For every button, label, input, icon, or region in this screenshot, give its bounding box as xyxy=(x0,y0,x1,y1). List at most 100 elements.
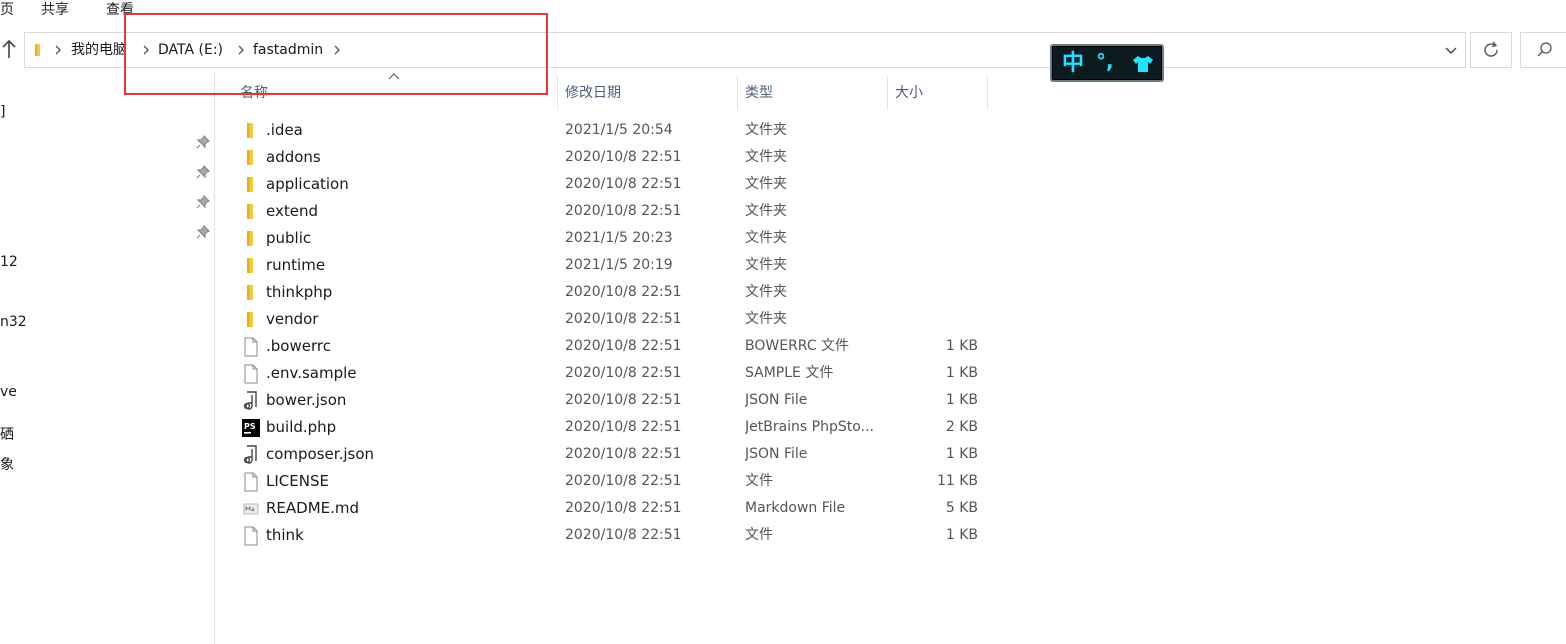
nav-item-fragment[interactable]: 象 xyxy=(0,454,14,474)
chevron-down-icon[interactable] xyxy=(1437,39,1465,61)
sort-ascending-icon xyxy=(388,73,400,80)
breadcrumb-fastadmin[interactable]: fastadmin xyxy=(253,41,323,59)
navigation-pane: ] 12 n32 ve 硒 象 xyxy=(0,72,215,644)
chevron-right-icon[interactable] xyxy=(141,44,151,56)
pin-icon[interactable] xyxy=(196,195,210,209)
refresh-button[interactable] xyxy=(1470,32,1512,68)
file-row[interactable]: extend 2020/10/8 22:51 文件夹 xyxy=(236,198,988,225)
file-size: 1 KB xyxy=(945,338,978,354)
chevron-right-icon[interactable] xyxy=(236,44,246,56)
ime-mode-label[interactable]: 中 xyxy=(1062,50,1084,78)
file-modified-date: 2020/10/8 22:51 xyxy=(565,473,682,489)
file-name: composer.json xyxy=(266,445,375,463)
file-row[interactable]: PS build.php 2020/10/8 22:51 JetBrains PhpS… xyxy=(236,414,988,441)
file-type: 文件夹 xyxy=(745,203,787,219)
file-size: 2 KB xyxy=(945,419,978,435)
tab-share[interactable]: 共享 xyxy=(41,0,69,20)
shirt-icon[interactable] xyxy=(1132,55,1154,73)
file-size: 1 KB xyxy=(945,527,978,543)
file-row[interactable]: thinkphp 2020/10/8 22:51 文件夹 xyxy=(236,279,988,306)
file-modified-date: 2020/10/8 22:51 xyxy=(565,284,682,300)
file-modified-date: 2020/10/8 22:51 xyxy=(565,338,682,354)
folder-icon xyxy=(242,175,260,195)
nav-item-fragment[interactable]: 12 xyxy=(0,254,18,270)
column-header-name[interactable]: 名称 xyxy=(240,80,268,108)
file-row[interactable]: application 2020/10/8 22:51 文件夹 xyxy=(236,171,988,198)
pin-icon[interactable] xyxy=(196,225,210,239)
nav-item-fragment[interactable]: 硒 xyxy=(0,424,14,444)
file-modified-date: 2021/1/5 20:23 xyxy=(565,230,673,246)
file-type: JSON File xyxy=(745,392,808,408)
svg-text:PS: PS xyxy=(244,422,256,431)
folder-icon xyxy=(242,148,260,168)
file-row[interactable]: think 2020/10/8 22:51 文件 1 KB xyxy=(236,522,988,549)
file-name: build.php xyxy=(266,418,337,436)
pin-icon[interactable] xyxy=(196,165,210,179)
column-divider[interactable] xyxy=(987,76,988,110)
nav-item-fragment[interactable]: ] xyxy=(0,104,5,120)
file-row[interactable]: runtime 2021/1/5 20:19 文件夹 xyxy=(236,252,988,279)
chevron-right-icon[interactable] xyxy=(332,44,342,56)
column-header-type[interactable]: 类型 xyxy=(745,80,773,108)
file-row[interactable]: LICENSE 2020/10/8 22:51 文件 11 KB xyxy=(236,468,988,495)
file-modified-date: 2020/10/8 22:51 xyxy=(565,527,682,543)
breadcrumb-data-drive[interactable]: DATA (E:) xyxy=(158,41,223,59)
up-arrow-icon[interactable] xyxy=(0,38,18,60)
tab-home[interactable]: 页 xyxy=(0,0,14,20)
address-bar[interactable]: 我的电脑 DATA (E:) fastadmin xyxy=(24,32,1466,68)
ribbon-tabs: 页 共享 查看 xyxy=(0,0,1566,22)
column-divider[interactable] xyxy=(557,76,558,110)
file-type: 文件 xyxy=(745,527,773,543)
file-name: vendor xyxy=(266,310,319,328)
file-row[interactable]: .idea 2021/1/5 20:54 文件夹 xyxy=(236,117,988,144)
nav-item-fragment[interactable]: ve xyxy=(0,384,17,400)
file-row[interactable]: composer.json 2020/10/8 22:51 JSON File 1 K… xyxy=(236,441,988,468)
column-header-modified[interactable]: 修改日期 xyxy=(565,80,621,108)
file-row[interactable]: .env.sample 2020/10/8 22:51 SAMPLE 文件 1 KB xyxy=(236,360,988,387)
file-name: public xyxy=(266,229,312,247)
chevron-right-icon[interactable] xyxy=(53,44,63,56)
file-modified-date: 2020/10/8 22:51 xyxy=(565,500,682,516)
file-type: 文件夹 xyxy=(745,257,787,273)
ime-status-widget[interactable]: 中 °, xyxy=(1050,44,1164,82)
file-type: SAMPLE 文件 xyxy=(745,365,834,381)
column-divider[interactable] xyxy=(737,76,738,110)
pin-icon[interactable] xyxy=(196,135,210,149)
file-name: think xyxy=(266,526,304,544)
file-row[interactable]: public 2021/1/5 20:23 文件夹 xyxy=(236,225,988,252)
file-row[interactable]: vendor 2020/10/8 22:51 文件夹 xyxy=(236,306,988,333)
phpstorm-file-icon: PS xyxy=(242,418,260,438)
ime-punct-label[interactable]: °, xyxy=(1096,48,1114,74)
file-type: 文件夹 xyxy=(745,122,787,138)
file-type: 文件 xyxy=(745,473,773,489)
file-name: .bowerrc xyxy=(266,337,331,355)
file-modified-date: 2020/10/8 22:51 xyxy=(565,365,682,381)
file-name: application xyxy=(266,175,349,193)
file-type: 文件夹 xyxy=(745,149,787,165)
search-box[interactable] xyxy=(1520,32,1566,68)
breadcrumb-my-computer[interactable]: 我的电脑 xyxy=(71,41,127,59)
tab-view[interactable]: 查看 xyxy=(106,0,134,20)
file-modified-date: 2021/1/5 20:19 xyxy=(565,257,673,273)
file-type: 文件夹 xyxy=(745,176,787,192)
markdown-file-icon xyxy=(242,499,260,519)
file-name: thinkphp xyxy=(266,283,333,301)
file-name: README.md xyxy=(266,499,360,517)
nav-item-fragment[interactable]: n32 xyxy=(0,314,27,330)
file-type: JetBrains PhpSto... xyxy=(745,419,874,435)
refresh-icon xyxy=(1484,41,1498,57)
file-modified-date: 2021/1/5 20:54 xyxy=(565,122,673,138)
file-name: LICENSE xyxy=(266,472,329,490)
column-divider[interactable] xyxy=(887,76,888,110)
file-row[interactable]: .bowerrc 2020/10/8 22:51 BOWERRC 文件 1 KB xyxy=(236,333,988,360)
file-icon xyxy=(242,472,260,492)
folder-icon xyxy=(242,283,260,303)
file-row[interactable]: bower.json 2020/10/8 22:51 JSON File 1 KB xyxy=(236,387,988,414)
file-modified-date: 2020/10/8 22:51 xyxy=(565,392,682,408)
file-row[interactable]: addons 2020/10/8 22:51 文件夹 xyxy=(236,144,988,171)
file-row[interactable]: README.md 2020/10/8 22:51 Markdown File 5 K… xyxy=(236,495,988,522)
navigation-row: 我的电脑 DATA (E:) fastadmin xyxy=(0,28,1566,72)
folder-icon xyxy=(242,202,260,222)
column-header-size[interactable]: 大小 xyxy=(895,80,923,108)
search-icon xyxy=(1537,42,1552,57)
